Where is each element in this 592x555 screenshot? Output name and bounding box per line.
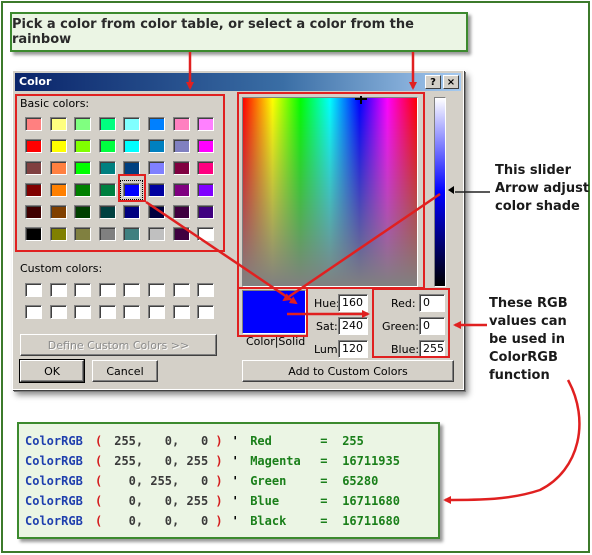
slider-annotation-line: Arrow adjust bbox=[495, 181, 590, 196]
code-value: 65280 bbox=[342, 474, 379, 488]
code-punct: = bbox=[320, 434, 328, 448]
code-punct: ( bbox=[95, 454, 103, 468]
code-line: ColorRGB ( 0, 0, 0 ) ' Black = 16711680 bbox=[25, 511, 432, 531]
code-punct: ) bbox=[208, 454, 223, 468]
code-g: 255 bbox=[150, 474, 173, 488]
code-punct: ) bbox=[208, 474, 223, 488]
code-punct: ( bbox=[95, 494, 103, 508]
code-b: 0 bbox=[186, 474, 209, 488]
code-line: ColorRGB ( 0, 0, 255 ) ' Blue = 16711680 bbox=[25, 491, 432, 511]
code-punct: , bbox=[135, 474, 151, 488]
code-r: 0 bbox=[107, 474, 136, 488]
code-punct: , bbox=[172, 474, 187, 488]
code-g: 0 bbox=[150, 434, 173, 448]
rgb-annotation-line: ColorRGB bbox=[489, 350, 558, 365]
code-fn: ColorRGB bbox=[25, 454, 83, 468]
code-punct: = bbox=[320, 494, 328, 508]
code-b: 0 bbox=[186, 514, 209, 528]
code-punct: ' bbox=[231, 494, 239, 508]
code-punct: , bbox=[135, 454, 151, 468]
code-punct: = bbox=[320, 514, 328, 528]
code-punct: ' bbox=[231, 454, 239, 468]
code-punct: ) bbox=[208, 434, 223, 448]
code-punct: ) bbox=[208, 514, 223, 528]
code-name: Green bbox=[250, 474, 287, 488]
arrow-swatch-to-preview bbox=[145, 200, 298, 305]
rgb-annotation-line: be used in bbox=[489, 332, 566, 347]
code-punct: , bbox=[172, 434, 187, 448]
code-value: 16711680 bbox=[342, 494, 400, 508]
code-r: 255 bbox=[107, 434, 136, 448]
code-g: 0 bbox=[150, 454, 173, 468]
rgb-annotation-line: These RGB bbox=[489, 296, 568, 311]
code-line: ColorRGB ( 0, 255, 0 ) ' Green = 65280 bbox=[25, 471, 432, 491]
code-punct: ' bbox=[231, 434, 239, 448]
rgb-annotation-line: values can bbox=[489, 314, 567, 329]
code-punct: ( bbox=[95, 514, 103, 528]
code-fn: ColorRGB bbox=[25, 514, 83, 528]
rgb-annotation-line: function bbox=[489, 368, 550, 383]
code-value: 255 bbox=[342, 434, 364, 448]
code-r: 0 bbox=[107, 494, 136, 508]
code-panel: ColorRGB ( 255, 0, 0 ) ' Red = 255 ColorRGB ( 2… bbox=[17, 422, 440, 539]
slider-annotation-line: This slider bbox=[495, 163, 572, 178]
code-punct: , bbox=[172, 454, 187, 468]
rgb-annotation: These RGB values can be used in ColorRGB… bbox=[489, 295, 568, 385]
code-g: 0 bbox=[150, 494, 173, 508]
code-punct: = bbox=[320, 454, 328, 468]
code-punct: ' bbox=[231, 514, 239, 528]
code-r: 0 bbox=[107, 514, 136, 528]
code-punct: ' bbox=[231, 474, 239, 488]
code-g: 0 bbox=[150, 514, 173, 528]
code-r: 255 bbox=[107, 454, 136, 468]
code-line: ColorRGB ( 255, 0, 255 ) ' Magenta = 16711935 bbox=[25, 451, 432, 471]
code-value: 16711680 bbox=[342, 514, 400, 528]
arrow-slider-to-preview bbox=[282, 192, 441, 302]
code-name: Magenta bbox=[250, 454, 301, 468]
code-punct: , bbox=[135, 514, 151, 528]
code-punct: ) bbox=[208, 494, 223, 508]
code-b: 255 bbox=[186, 454, 209, 468]
code-b: 0 bbox=[186, 434, 209, 448]
code-value: 16711935 bbox=[342, 454, 400, 468]
code-name: Red bbox=[250, 434, 272, 448]
code-punct: ( bbox=[95, 434, 103, 448]
code-punct: , bbox=[135, 434, 151, 448]
code-b: 255 bbox=[186, 494, 209, 508]
code-punct: = bbox=[320, 474, 328, 488]
code-punct: , bbox=[172, 494, 187, 508]
code-fn: ColorRGB bbox=[25, 494, 83, 508]
code-line: ColorRGB ( 255, 0, 0 ) ' Red = 255 bbox=[25, 431, 432, 451]
code-punct: ( bbox=[95, 474, 103, 488]
arrow-to-code-blue bbox=[443, 379, 581, 504]
code-punct: , bbox=[135, 494, 151, 508]
code-name: Blue bbox=[250, 494, 280, 508]
slider-annotation: This slider Arrow adjust color shade bbox=[495, 162, 589, 216]
code-name: Black bbox=[250, 514, 287, 528]
slider-annotation-line: color shade bbox=[495, 199, 580, 214]
code-punct: , bbox=[172, 514, 187, 528]
code-fn: ColorRGB bbox=[25, 434, 83, 448]
code-fn: ColorRGB bbox=[25, 474, 83, 488]
